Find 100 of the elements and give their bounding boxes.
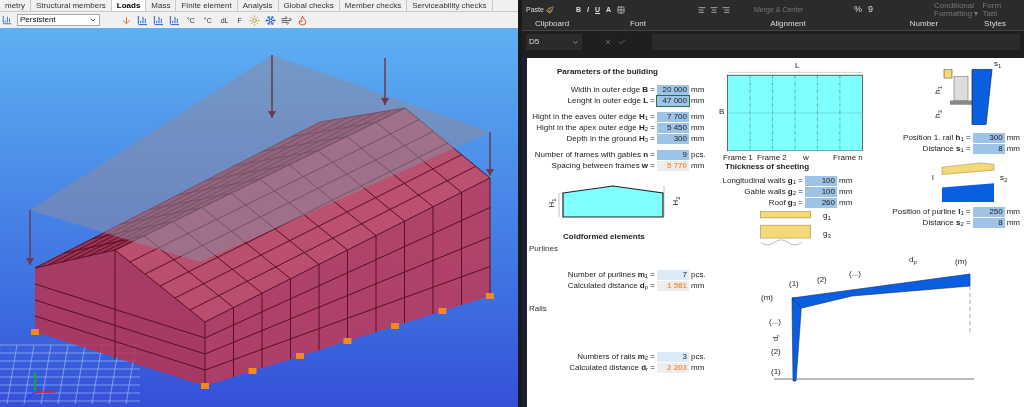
ribbon-group-label: Font xyxy=(629,20,647,30)
unit-label: mm xyxy=(691,96,705,105)
unit-label: pcs. xyxy=(691,150,706,159)
value-cell[interactable]: 5 450 xyxy=(657,122,689,133)
drawing-label: L xyxy=(795,62,800,70)
ribbon-group-label: Alignment xyxy=(769,20,807,30)
caret-icon xyxy=(572,38,579,46)
unit-label: mm xyxy=(839,176,853,185)
drawing-label: g$_{1}$ xyxy=(823,212,831,220)
drawing-label: g$_{3}$ xyxy=(823,230,831,238)
drawing-label: d$_{p}$ xyxy=(909,256,917,264)
borders-icon[interactable] xyxy=(617,6,626,14)
sun-icon[interactable] xyxy=(248,14,260,26)
paintbrush-icon[interactable] xyxy=(545,6,554,14)
section-title: Thickness of sheeting xyxy=(725,161,811,173)
value-cell[interactable]: 8 xyxy=(972,143,1005,154)
drawing-label: Frame 2 xyxy=(757,154,787,162)
field-label: Roof g$_{3}$ = xyxy=(767,198,803,207)
ribbon-tab[interactable]: Serviceability checks xyxy=(407,0,493,11)
unit-label: mm xyxy=(691,134,705,143)
drawing-label: s$_{1}$ xyxy=(994,60,1002,68)
drawing-label: (...) xyxy=(849,270,861,278)
ribbon-tab[interactable]: Loads xyxy=(111,0,147,11)
field-label: Calculated distance d$_{r}$ = xyxy=(568,363,655,372)
value-cell[interactable]: 7 xyxy=(657,269,689,280)
purline-detail-drawing xyxy=(940,160,998,202)
value-cell[interactable]: 9 xyxy=(657,149,689,160)
value-cell[interactable]: 260 xyxy=(805,197,837,208)
unit-label: mm xyxy=(691,85,705,94)
value-cell[interactable]: 47 000 xyxy=(657,95,689,106)
cancel-icon[interactable] xyxy=(604,38,612,46)
drawing-label: (m) xyxy=(955,258,967,266)
unit-label: mm xyxy=(839,198,853,207)
flame-icon[interactable] xyxy=(296,14,308,26)
field-label: Numbers of rails m$_{2}$ = xyxy=(576,352,655,361)
unit-label: mm xyxy=(691,123,705,132)
field-label: Position of purline l$_{1}$ = xyxy=(891,207,971,216)
snowflake-icon[interactable] xyxy=(264,14,276,26)
ribbon-tab[interactable]: Analysis xyxy=(237,0,279,11)
value-cell[interactable]: 7 700 xyxy=(657,111,689,122)
ribbon-tab[interactable]: Mass xyxy=(146,0,177,11)
drawing-label: Frame 1 xyxy=(723,154,753,162)
section-heading: Purlines xyxy=(529,243,559,255)
field-label: Distance s$_{1}$ = xyxy=(921,144,971,153)
unit-label: mm xyxy=(691,112,705,121)
unit-label: mm xyxy=(1006,144,1020,153)
field-label: Position 1. rail h$_{1}$ = xyxy=(902,133,971,142)
drawing-label: s$_{2}$ xyxy=(1000,174,1008,182)
align-right-icon[interactable] xyxy=(722,6,730,14)
value-cell[interactable]: 8 xyxy=(972,217,1005,228)
bar-chart-icon[interactable] xyxy=(169,14,180,26)
align-left-icon[interactable] xyxy=(698,6,706,14)
unit-label: pcs. xyxy=(691,352,706,361)
ribbon-tab[interactable]: Member checks xyxy=(339,0,408,11)
drawing-label: Frame n xyxy=(833,154,863,162)
arrow-down-icon[interactable] xyxy=(121,14,132,26)
field-label: Distance s$_{2}$ = xyxy=(921,218,971,227)
section-heading: Rails xyxy=(529,303,548,315)
value-cell[interactable]: 300 xyxy=(657,133,689,144)
value-cell[interactable]: 20 000 xyxy=(657,84,689,95)
bar-chart-icon[interactable] xyxy=(153,14,164,26)
drawing-label: B xyxy=(719,108,725,116)
section-title: Parameters of the building xyxy=(557,66,659,78)
unit-label: pcs. xyxy=(691,270,706,279)
ribbon-group-label: Clipboard xyxy=(533,20,571,30)
field-label: Number of frames with gables n = xyxy=(533,150,655,159)
value-cell[interactable]: 100 xyxy=(805,186,837,197)
name-box[interactable]: D5 xyxy=(526,34,582,50)
field-label: Lenght in outer edge L = xyxy=(566,96,655,105)
field-label: Calculated distance d$_{p}$ = xyxy=(566,281,655,290)
value-cell[interactable]: 3 xyxy=(657,351,689,362)
check-icon[interactable] xyxy=(618,38,626,46)
value-cell[interactable]: 100 xyxy=(805,175,837,186)
unit-label: mm xyxy=(691,161,705,170)
field-label: Width in outer edge B = xyxy=(569,85,655,94)
load-case-dropdown[interactable]: Persistent xyxy=(17,14,100,26)
ribbon-tab[interactable]: metry xyxy=(0,0,31,11)
ribbon-group-label: Styles xyxy=(983,20,1007,30)
number-format-button[interactable]: % xyxy=(854,3,862,17)
field-label: Number of purlines m$_{1}$ = xyxy=(566,270,655,279)
number-format-button[interactable]: 9 xyxy=(868,3,874,17)
unit-label: mm xyxy=(1006,133,1020,142)
ribbon-tab[interactable]: Structural members xyxy=(31,0,112,11)
drawing-label: (2) xyxy=(817,276,827,284)
bar-chart-icon[interactable] xyxy=(137,14,148,26)
wind-icon[interactable] xyxy=(280,14,292,26)
drawing-label: (1) xyxy=(771,368,781,376)
field-label: Hight in the apex outer edge H$_{2}$ = xyxy=(535,123,655,132)
unit-label: mm xyxy=(691,363,705,372)
unit-label: mm xyxy=(1006,207,1020,216)
ribbon-tab[interactable]: Finite element xyxy=(176,0,238,11)
value-cell[interactable]: 250 xyxy=(972,206,1005,217)
align-center-icon[interactable] xyxy=(710,6,718,14)
ribbon-tab[interactable]: Global checks xyxy=(278,0,340,11)
field-label: Gable walls g$_{2}$ = xyxy=(743,187,803,196)
unit-label: mm xyxy=(1006,218,1020,227)
unit-label: mm xyxy=(691,281,705,290)
drawing-label: w xyxy=(803,154,809,162)
chart-icon[interactable] xyxy=(2,15,12,25)
value-cell[interactable]: 300 xyxy=(972,132,1005,143)
